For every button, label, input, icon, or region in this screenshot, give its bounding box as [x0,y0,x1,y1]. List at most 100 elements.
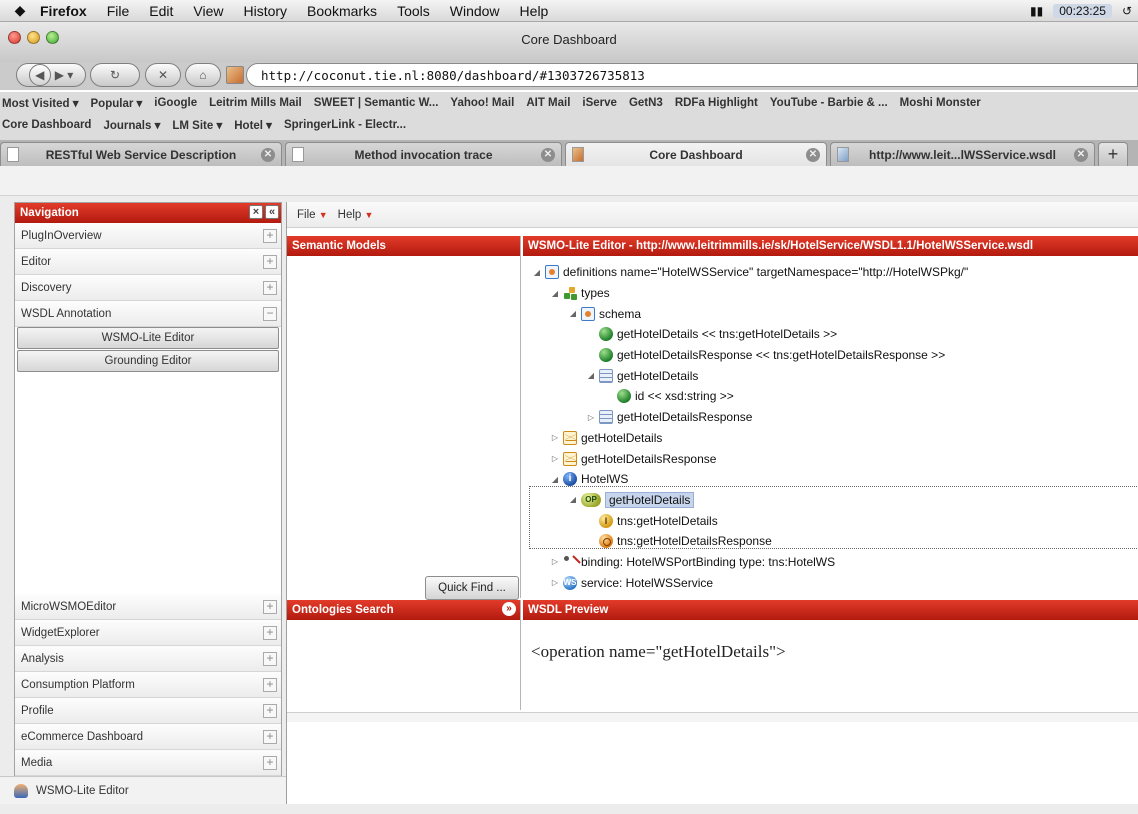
time-machine-icon[interactable]: ↺ [1122,4,1132,18]
tab-method-trace[interactable]: Method invocation trace ✕ [285,142,562,166]
apple-menu-icon[interactable]: ◆ [0,2,40,19]
help-menu[interactable]: Help ▼ [338,209,374,221]
close-tab-icon[interactable]: ✕ [261,147,275,162]
bookmark-item[interactable]: Yahoo! Mail [450,97,514,109]
stop-button[interactable]: ✕ [145,63,181,87]
nav-item-pluginoverview[interactable]: PlugInOverview + [15,223,281,249]
bookmark-item[interactable]: Popular ▾ [91,96,143,110]
expanded-toggle-icon[interactable]: ◢ [585,371,597,380]
home-button[interactable]: ⌂ [185,63,221,87]
expanded-toggle-icon[interactable]: ◢ [531,268,543,277]
expand-icon[interactable]: + [263,229,277,243]
nav-item-analysis[interactable]: Analysis + [15,646,281,672]
expanded-toggle-icon[interactable]: ◢ [567,495,579,504]
tree-node-output[interactable]: tns:getHotelDetailsResponse [523,531,1138,552]
bookmark-item[interactable]: LM Site ▾ [172,118,222,132]
expand-icon[interactable]: + [263,281,277,295]
close-icon[interactable]: × [249,205,263,219]
tree-node-porttype[interactable]: ◢ i HotelWS [523,469,1138,490]
bookmark-item[interactable]: GetN3 [629,97,663,109]
expanded-toggle-icon[interactable]: ◢ [549,475,561,484]
wsmo-lite-editor-button[interactable]: WSMO-Lite Editor [17,327,279,349]
tab-wsdl[interactable]: http://www.leit...lWSService.wsdl ✕ [830,142,1095,166]
menu-file[interactable]: File [107,3,130,19]
tree-node-element[interactable]: getHotelDetailsResponse << tns:getHotelD… [523,345,1138,366]
bookmark-item[interactable]: SpringerLink - Electr... [284,119,406,131]
expand-icon[interactable]: + [263,255,277,269]
expand-icon[interactable]: + [263,652,277,666]
nav-item-media[interactable]: Media + [15,750,281,776]
battery-icon[interactable]: ▮▮ [1030,4,1043,18]
collapse-chevron-icon[interactable]: » [502,602,516,616]
collapsed-toggle-icon[interactable]: ▷ [549,578,561,587]
clock[interactable]: 00:23:25 [1053,3,1112,18]
tree-node-element[interactable]: id << xsd:string >> [523,386,1138,407]
tree-node-service[interactable]: ▷ WS service: HotelWSService [523,572,1138,593]
close-tab-icon[interactable]: ✕ [541,147,555,162]
nav-item-consumption-platform[interactable]: Consumption Platform + [15,672,281,698]
tree-node-message[interactable]: ▷ getHotelDetails [523,428,1138,449]
menu-view[interactable]: View [193,3,223,19]
tree-node-schema[interactable]: ◢ schema [523,303,1138,324]
menu-edit[interactable]: Edit [149,3,173,19]
tree-node-operation-selected[interactable]: ◢ OP getHotelDetails [523,490,1138,511]
menu-history[interactable]: History [243,3,287,19]
bookmark-item[interactable]: Leitrim Mills Mail [209,97,302,109]
tab-restful[interactable]: RESTful Web Service Description ✕ [0,142,282,166]
close-tab-icon[interactable]: ✕ [806,147,820,162]
expand-icon[interactable]: + [263,704,277,718]
nav-item-ecommerce-dashboard[interactable]: eCommerce Dashboard + [15,724,281,750]
menu-window[interactable]: Window [450,3,500,19]
nav-item-widgetexplorer[interactable]: WidgetExplorer + [15,620,281,646]
collapsed-toggle-icon[interactable]: ▷ [585,413,597,422]
url-input[interactable]: http://coconut.tie.nl:8080/dashboard/#13… [246,63,1138,87]
collapse-left-icon[interactable]: « [265,205,279,219]
tree-node-complex-type[interactable]: ◢ getHotelDetails [523,365,1138,386]
file-menu[interactable]: File ▼ [297,209,328,221]
bookmark-item[interactable]: RDFa Highlight [675,97,758,109]
menu-tools[interactable]: Tools [397,3,430,19]
new-tab-button[interactable]: + [1098,142,1128,166]
bookmark-item[interactable]: iServe [582,97,617,109]
menu-app[interactable]: Firefox [40,3,87,19]
bookmark-item[interactable]: Core Dashboard [2,119,91,131]
forward-icon[interactable]: ▶ ▾ [55,68,74,82]
expand-icon[interactable]: + [263,730,277,744]
collapsed-toggle-icon[interactable]: ▷ [549,557,561,566]
nav-item-microwsmoeditor[interactable]: MicroWSMOEditor + [15,594,281,620]
expand-icon[interactable]: + [263,626,277,640]
collapse-icon[interactable]: − [263,307,277,321]
collapsed-toggle-icon[interactable]: ▷ [549,454,561,463]
expanded-toggle-icon[interactable]: ◢ [549,289,561,298]
back-forward-buttons[interactable]: ◀ ▶ ▾ [16,63,86,87]
tree-node-complex-type[interactable]: ▷ getHotelDetailsResponse [523,407,1138,428]
tab-core-dashboard[interactable]: Core Dashboard ✕ [565,142,827,166]
tree-node-definitions[interactable]: ◢ definitions name="HotelWSService" targe… [523,262,1138,283]
nav-item-wsdl-annotation[interactable]: WSDL Annotation − [15,301,281,327]
bookmark-item[interactable]: Journals ▾ [103,118,160,132]
expand-icon[interactable]: + [263,678,277,692]
nav-item-profile[interactable]: Profile + [15,698,281,724]
bookmark-item[interactable]: iGoogle [154,97,197,109]
close-tab-icon[interactable]: ✕ [1074,147,1088,162]
expand-icon[interactable]: + [263,600,277,614]
reload-button[interactable]: ↻ [90,63,140,87]
tree-node-types[interactable]: ◢ types [523,283,1138,304]
bookmark-item[interactable]: SWEET | Semantic W... [314,97,439,109]
collapsed-toggle-icon[interactable]: ▷ [549,433,561,442]
status-text[interactable]: WSMO-Lite Editor [36,785,129,797]
menu-help[interactable]: Help [520,3,549,19]
bookmark-item[interactable]: YouTube - Barbie & ... [770,97,888,109]
nav-item-editor[interactable]: Editor + [15,249,281,275]
bookmark-item[interactable]: Moshi Monster [900,97,981,109]
bookmark-item[interactable]: Hotel ▾ [234,118,272,132]
grounding-editor-button[interactable]: Grounding Editor [17,350,279,372]
bookmark-item[interactable]: Most Visited ▾ [2,96,79,110]
quick-find-button[interactable]: Quick Find ... [425,576,519,600]
tree-node-element[interactable]: getHotelDetails << tns:getHotelDetails >… [523,324,1138,345]
expand-icon[interactable]: + [263,756,277,770]
back-icon[interactable]: ◀ [28,64,51,86]
expanded-toggle-icon[interactable]: ◢ [567,309,579,318]
menu-bookmarks[interactable]: Bookmarks [307,3,377,19]
tree-node-binding[interactable]: ▷ binding: HotelWSPortBinding type: tns:H… [523,552,1138,573]
